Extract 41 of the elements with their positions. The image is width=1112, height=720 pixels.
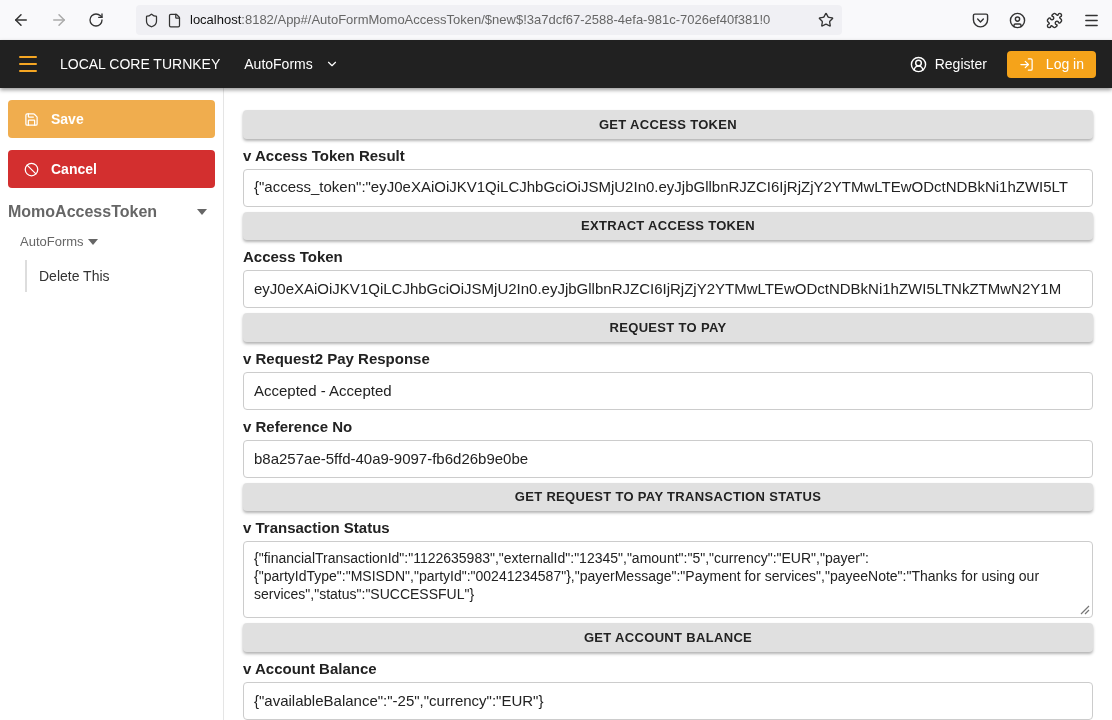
text-field[interactable]: eyJ0eXAiOiJKV1QiLCJhbGciOiJSMjU2In0.eyJjbGllbnRJZCI6IjRjZjY2YTMwLTEwODctNDBkNi1hZWI5LTNkZTMwN2Y1M (243, 270, 1093, 309)
caret-icon (197, 209, 207, 215)
field-label: v Account Balance (243, 658, 378, 679)
text-field[interactable]: {"access_token":"eyJ0eXAiOiJKV1QiLCJhbGciOiJSMjU2In0.eyJjbGllbnRJZCI6IjRjZjY2YTMwLTEwODctNDBkNi1hZWI5LT (243, 168, 1093, 207)
action-button[interactable]: GET REQUEST TO PAY TRANSACTION STATUS (243, 482, 1093, 512)
back-icon[interactable] (12, 11, 30, 29)
tree-item[interactable]: Delete This (39, 267, 110, 284)
action-button[interactable]: GET ACCOUNT BALANCE (243, 623, 1093, 652)
nav-dropdown[interactable]: AutoForms (244, 53, 339, 75)
action-button[interactable]: GET ACCESS TOKEN (243, 110, 1093, 139)
field-label: v Request2 Pay Response (243, 348, 431, 369)
caret-icon (87, 238, 98, 245)
text-field[interactable]: b8a257ae-5ffd-40a9-9097-fb6d26b9e0be (243, 439, 1093, 478)
field-label: v Reference No (243, 416, 354, 437)
cancel-button[interactable]: Cancel (8, 150, 215, 188)
resize-handle-icon[interactable] (1078, 603, 1090, 616)
tree-item[interactable]: AutoForms (20, 232, 84, 252)
account-icon[interactable] (1009, 11, 1026, 29)
user-icon (909, 55, 927, 73)
save-icon (24, 111, 39, 127)
pocket-icon[interactable] (972, 11, 989, 29)
text-area[interactable]: {"financialTransactionId":"1122635983","externalId":"12345","amount":"5","currency":"EUR","payer":{"partyIdType":"MSISDN","partyId":"00241234587"},"payerMessage":"Payment for services","payeeNote":"Thanks for using our services","status":"SUCCESSFUL"} (243, 541, 1093, 619)
text-field[interactable]: Accepted - Accepted (243, 371, 1093, 410)
action-button[interactable]: EXTRACT ACCESS TOKEN (243, 211, 1093, 241)
text-field[interactable]: {"availableBalance":"-25","currency":"EUR"} (243, 681, 1093, 720)
field-label: Access Token (243, 247, 344, 268)
action-button[interactable]: REQUEST TO PAY (243, 313, 1093, 342)
star-icon[interactable] (818, 12, 834, 28)
cancel-icon (24, 161, 39, 177)
register-link[interactable]: Register (909, 53, 987, 75)
url-text: localhost:8182/App#/AutoFormMomoAccessToken/$new$!3a7dcf67-2588-4efa-981c-7026ef40f381!0 (190, 11, 772, 30)
extensions-icon[interactable] (1046, 11, 1063, 29)
field-label: v Transaction Status (243, 518, 391, 539)
field-label: v Access Token Result (243, 145, 406, 166)
page-icon (167, 12, 182, 28)
address-bar[interactable]: localhost:8182/App#/AutoFormMomoAccessToken/$new$!3a7dcf67-2588-4efa-981c-7026ef40f381!0 (136, 5, 842, 35)
shield-icon (144, 12, 159, 28)
tree-item[interactable]: MomoAccessToken (8, 200, 158, 224)
reload-icon[interactable] (88, 12, 104, 28)
login-icon (1018, 56, 1034, 72)
app-title[interactable]: LOCAL CORE TURNKEY (60, 53, 221, 75)
